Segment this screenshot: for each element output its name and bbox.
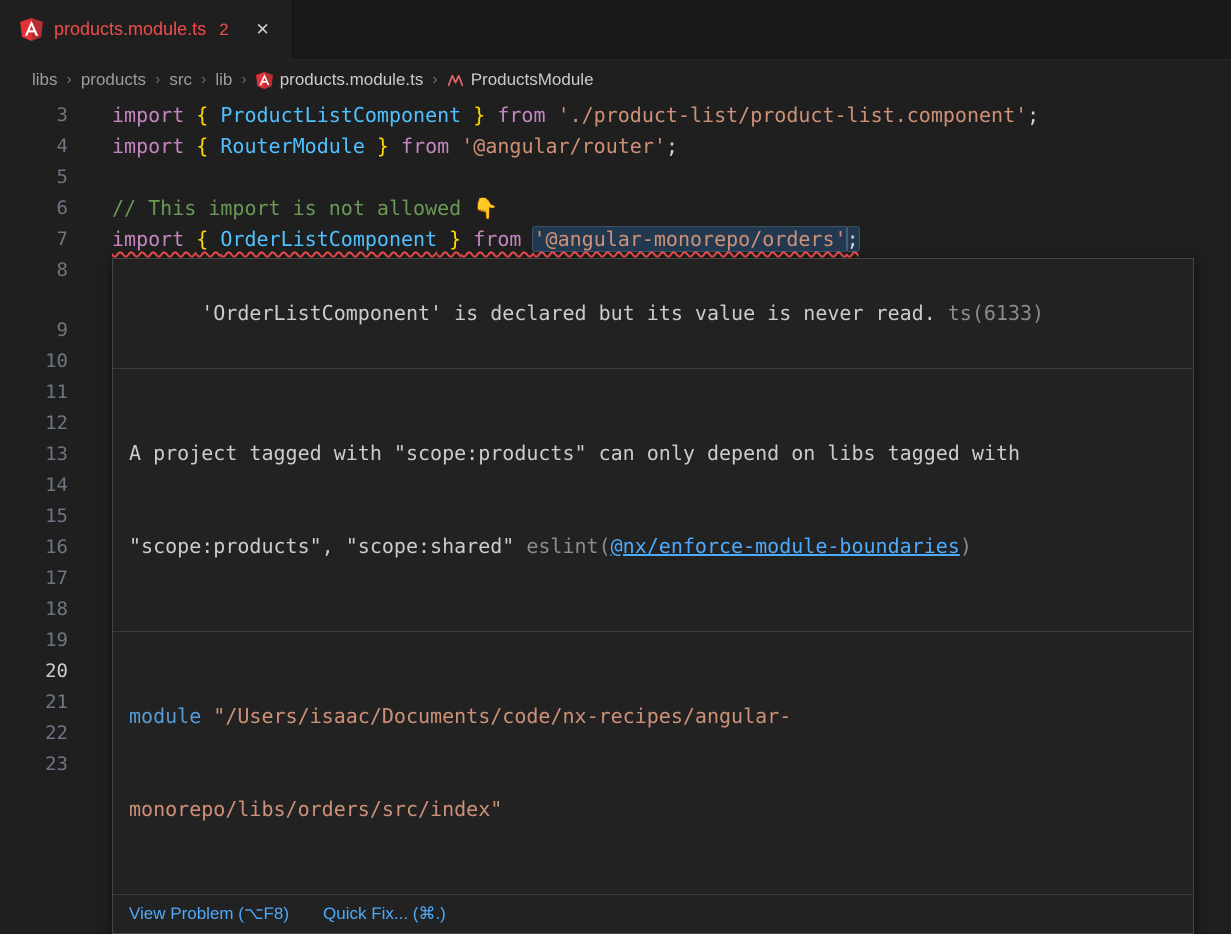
code-content: // This import is not allowed 👇 [112, 193, 1231, 224]
eslint-source-prefix: eslint( [514, 534, 610, 558]
code-line-4[interactable]: 4 import { RouterModule } from '@angular/… [0, 131, 1231, 162]
breadcrumb-src[interactable]: src [169, 70, 192, 90]
module-keyword: module [129, 704, 201, 728]
eslint-message-line1: A project tagged with "scope:products" c… [129, 438, 1177, 469]
editor[interactable]: 3 import { ProductListComponent } from '.… [0, 100, 1231, 780]
tab-title: products.module.ts [54, 19, 206, 40]
view-problem-button[interactable]: View Problem (⌥F8) [129, 903, 289, 925]
chevron-right-icon: › [67, 71, 72, 89]
breadcrumb-symbol-label: ProductsModule [471, 70, 594, 90]
code-line-3[interactable]: 3 import { ProductListComponent } from '.… [0, 100, 1231, 131]
module-path-line2: monorepo/libs/orders/src/index" [129, 794, 1177, 825]
line-number[interactable]: 18 [0, 594, 68, 625]
line-number[interactable]: 8 [0, 255, 68, 286]
line-number[interactable]: 4 [0, 131, 68, 162]
line-number[interactable]: 9 [0, 315, 68, 346]
eslint-message-line2: "scope:products", "scope:shared" eslint(… [129, 531, 1177, 562]
line-number[interactable]: 5 [0, 162, 68, 193]
breadcrumb-symbol[interactable]: ProductsModule [447, 70, 594, 90]
line-number[interactable]: 16 [0, 532, 68, 563]
line-number[interactable]: 11 [0, 377, 68, 408]
angular-icon [256, 72, 273, 89]
chevron-right-icon: › [201, 71, 206, 89]
module-symbol-icon [447, 72, 464, 89]
code-line-5[interactable]: 5 [0, 162, 1231, 193]
line-number[interactable]: 21 [0, 687, 68, 718]
chevron-right-icon: › [432, 71, 437, 89]
tab-error-count: 2 [219, 20, 228, 40]
tab-bar: products.module.ts 2 ✕ [0, 0, 1231, 60]
line-number[interactable]: 10 [0, 346, 68, 377]
line-number[interactable]: 14 [0, 470, 68, 501]
hover-module-path: module "/Users/isaac/Documents/code/nx-r… [113, 632, 1193, 895]
module-path-line1: module "/Users/isaac/Documents/code/nx-r… [129, 701, 1177, 732]
code-line-6[interactable]: 6 // This import is not allowed 👇 [0, 193, 1231, 224]
ts-error-code: ts(6133) [948, 301, 1044, 325]
line-number[interactable]: 23 [0, 749, 68, 780]
line-number[interactable]: 13 [0, 439, 68, 470]
breadcrumb: libs › products › src › lib › products.m… [0, 60, 1231, 100]
line-number[interactable]: 17 [0, 563, 68, 594]
breadcrumb-file-label: products.module.ts [280, 70, 424, 90]
code-content [112, 162, 1231, 193]
error-squiggle: import { OrderListComponent } from '@ang… [112, 227, 859, 251]
chevron-right-icon: › [155, 71, 160, 89]
code-line-7[interactable]: 7 import { OrderListComponent } from '@an… [0, 224, 1231, 255]
line-number[interactable]: 6 [0, 193, 68, 224]
eslint-rule-link[interactable]: @nx/enforce-module-boundaries [611, 534, 960, 558]
line-number[interactable]: 7 [0, 224, 68, 255]
quick-fix-button[interactable]: Quick Fix... (⌘.) [323, 903, 446, 925]
line-number[interactable]: 3 [0, 100, 68, 131]
hover-eslint-message: A project tagged with "scope:products" c… [113, 369, 1193, 632]
breadcrumb-products[interactable]: products [81, 70, 146, 90]
breadcrumb-libs[interactable]: libs [32, 70, 58, 90]
hover-ts-message: 'OrderListComponent' is declared but its… [113, 259, 1193, 369]
ts-message-text: 'OrderListComponent' is declared but its… [201, 301, 936, 325]
breadcrumb-file[interactable]: products.module.ts [256, 70, 424, 90]
code-content: import { OrderListComponent } from '@ang… [112, 224, 1231, 255]
tab-products-module[interactable]: products.module.ts 2 ✕ [0, 0, 291, 59]
line-number[interactable]: 19 [0, 625, 68, 656]
angular-icon [20, 18, 43, 41]
breadcrumb-lib[interactable]: lib [215, 70, 232, 90]
hover-diagnostics-popup: 'OrderListComponent' is declared but its… [112, 258, 1194, 934]
eslint-source-suffix: ) [960, 534, 972, 558]
chevron-right-icon: › [241, 71, 246, 89]
line-number[interactable]: 15 [0, 501, 68, 532]
close-icon[interactable]: ✕ [256, 20, 270, 40]
line-number[interactable]: 20 [0, 656, 68, 687]
hover-actions: View Problem (⌥F8) Quick Fix... (⌘.) [113, 895, 1193, 933]
code-content: import { RouterModule } from '@angular/r… [112, 131, 1231, 162]
line-number[interactable]: 22 [0, 718, 68, 749]
code-content: import { ProductListComponent } from './… [112, 100, 1231, 131]
line-number[interactable]: 12 [0, 408, 68, 439]
